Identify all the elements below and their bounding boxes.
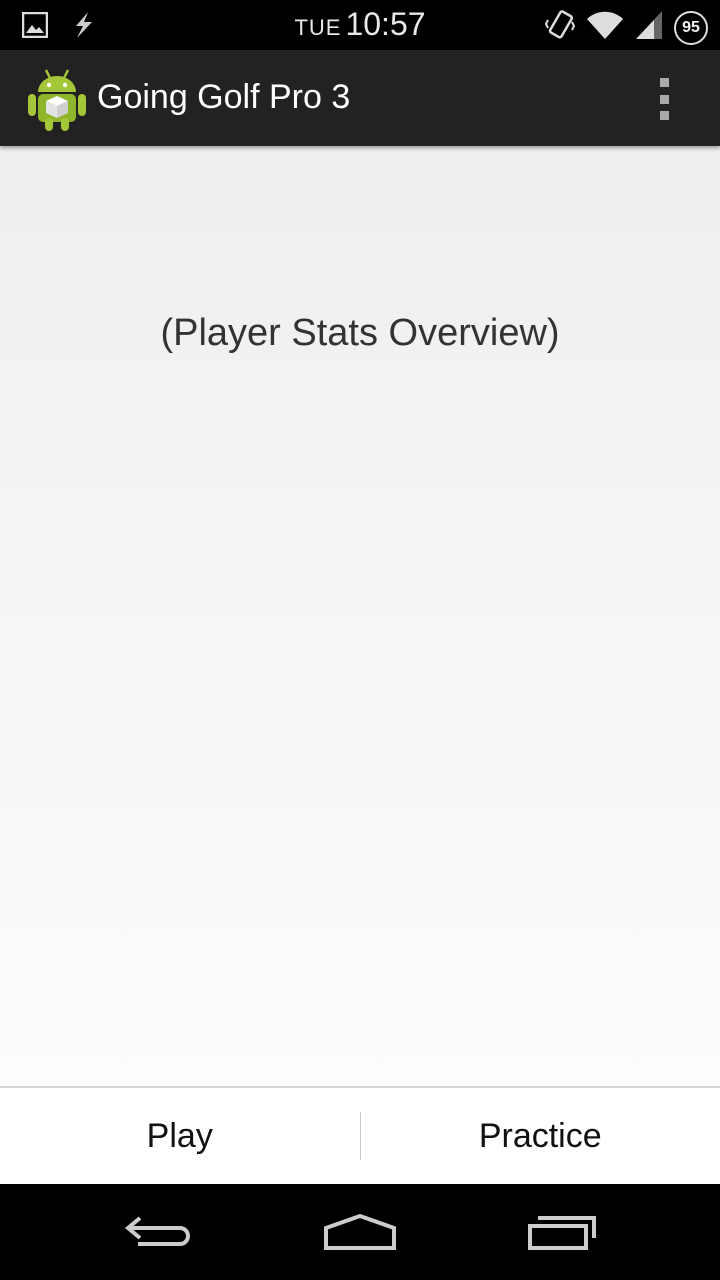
practice-button[interactable]: Practice: [361, 1088, 720, 1184]
cell-signal-icon: [634, 9, 664, 46]
home-icon[interactable]: [320, 1210, 400, 1254]
action-bar: Going Golf Pro 3: [0, 50, 720, 146]
battery-level: 95: [682, 18, 700, 36]
overflow-menu-icon[interactable]: [654, 78, 674, 120]
player-stats-overview-label: (Player Stats Overview): [160, 312, 560, 354]
app-title: Going Golf Pro 3: [97, 78, 351, 116]
battery-icon: 95: [674, 10, 708, 45]
system-icons: 95: [544, 8, 708, 47]
overflow-dot: [659, 78, 669, 87]
recents-icon[interactable]: [522, 1210, 602, 1254]
wifi-icon: [586, 9, 624, 46]
navigation-bar: [0, 1184, 720, 1280]
play-button[interactable]: Play: [0, 1088, 360, 1184]
bottom-tab-bar: Play Practice: [0, 1086, 720, 1184]
overflow-dot: [659, 111, 669, 120]
overflow-dot: [659, 94, 669, 104]
back-icon[interactable]: [120, 1210, 200, 1254]
clock-time: 10:57: [345, 6, 426, 42]
main-content: (Player Stats Overview): [0, 146, 720, 1086]
android-app-icon[interactable]: [26, 66, 88, 132]
clock-day: TUE: [294, 15, 342, 40]
status-bar: TUE 10:57 95: [0, 0, 720, 50]
vibrate-icon: [544, 8, 576, 47]
